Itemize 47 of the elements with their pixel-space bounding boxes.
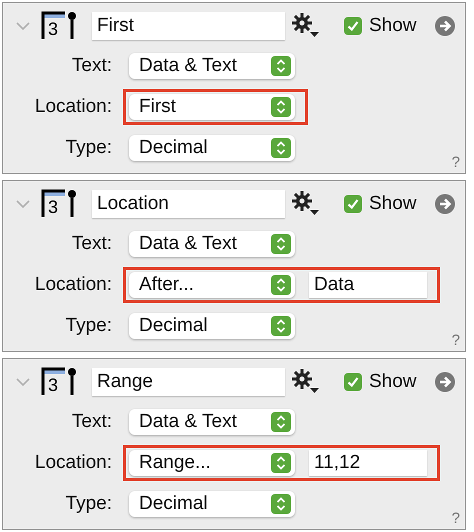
- stepper-icon: [271, 138, 291, 158]
- show-checkbox[interactable]: [344, 373, 362, 391]
- gear-icon[interactable]: [291, 13, 321, 39]
- stepper-icon: [271, 97, 291, 117]
- field-label: Text:: [70, 411, 112, 433]
- popup-menu[interactable]: After...: [129, 272, 295, 298]
- popup-menu[interactable]: Data & Text: [129, 409, 295, 435]
- field-label: Location:: [34, 452, 112, 474]
- help-icon[interactable]: ?: [452, 154, 460, 171]
- help-icon[interactable]: ?: [452, 510, 460, 527]
- show-checkbox[interactable]: [344, 17, 362, 35]
- field-label: Text:: [70, 55, 112, 77]
- field-label: Type:: [64, 493, 112, 515]
- popup-menu[interactable]: First: [129, 94, 295, 120]
- field-label: Type:: [64, 137, 112, 159]
- popup-menu[interactable]: Data & Text: [129, 53, 295, 79]
- stepper-icon: [271, 234, 291, 254]
- field-label: Type:: [64, 315, 112, 337]
- popup-menu[interactable]: Decimal: [129, 135, 295, 161]
- name-field[interactable]: Location: [92, 190, 285, 218]
- gear-icon[interactable]: [291, 191, 321, 217]
- name-field[interactable]: First: [92, 12, 285, 40]
- popup-menu[interactable]: Range...: [129, 450, 295, 476]
- stepper-icon: [271, 494, 291, 514]
- show-checkbox[interactable]: [344, 195, 362, 213]
- field-label: Location:: [34, 96, 112, 118]
- stepper-icon: [271, 316, 291, 336]
- gear-icon[interactable]: [291, 369, 321, 395]
- field-label: Location:: [34, 274, 112, 296]
- show-label: Show: [369, 15, 417, 37]
- arrow-right-icon[interactable]: [434, 371, 456, 393]
- parameter-field[interactable]: 11,12: [309, 450, 427, 476]
- arrow-right-icon[interactable]: [434, 15, 456, 37]
- help-icon[interactable]: ?: [452, 332, 460, 349]
- popup-menu[interactable]: Data & Text: [129, 231, 295, 257]
- popup-menu[interactable]: Decimal: [129, 313, 295, 339]
- parameter-field[interactable]: Data: [309, 272, 427, 298]
- popup-menu[interactable]: Decimal: [129, 491, 295, 517]
- stepper-icon: [271, 56, 291, 76]
- stepper-icon: [271, 453, 291, 473]
- show-label: Show: [369, 371, 417, 393]
- show-label: Show: [369, 193, 417, 215]
- name-field[interactable]: Range: [92, 368, 285, 396]
- stepper-icon: [271, 412, 291, 432]
- field-label: Text:: [70, 233, 112, 255]
- stepper-icon: [271, 275, 291, 295]
- arrow-right-icon[interactable]: [434, 193, 456, 215]
